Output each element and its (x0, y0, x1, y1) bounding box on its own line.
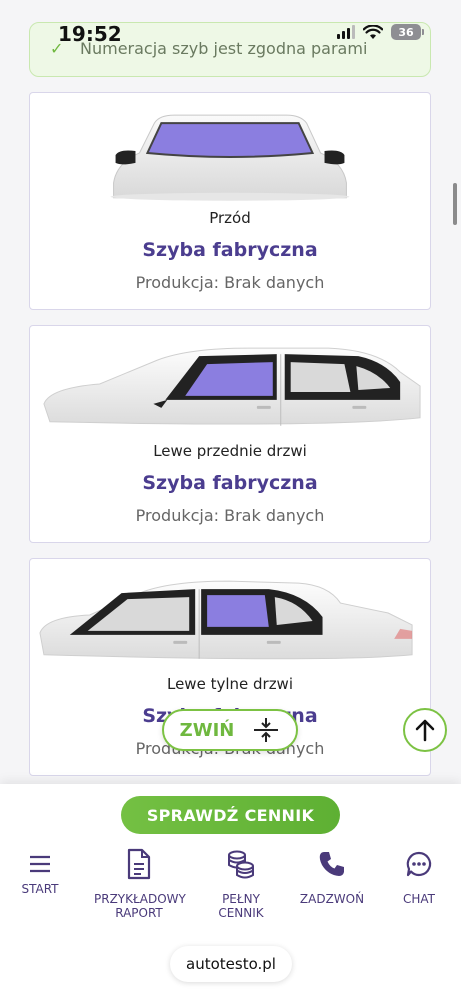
nav-chat[interactable]: CHAT (374, 848, 461, 906)
menu-icon (30, 855, 50, 873)
window-position: Lewe przednie drzwi (153, 442, 307, 460)
coins-icon (228, 850, 254, 879)
nav-label: ZADZWOŃ (299, 892, 365, 906)
window-type: Szyba fabryczna (142, 239, 318, 261)
nav-sample-report[interactable]: PRZYKŁADOWY RAPORT (94, 848, 186, 920)
status-bar: 19:52 36 (0, 0, 461, 48)
battery-icon: 36 (391, 24, 424, 40)
status-time: 19:52 (58, 22, 122, 46)
collapse-button[interactable]: ZWIŃ (162, 709, 298, 751)
window-position: Przód (209, 209, 251, 227)
car-front-image (110, 114, 350, 201)
window-production: Produkcja: Brak danych (135, 506, 325, 525)
nav-call[interactable]: ZADZWOŃ (287, 848, 377, 906)
nav-label: CHAT (402, 892, 435, 906)
browser-url-bar[interactable]: autotesto.pl (170, 946, 292, 982)
wifi-icon (363, 24, 383, 39)
window-production: Produkcja: Brak danych (135, 273, 325, 292)
document-icon (127, 848, 151, 880)
window-type: Szyba fabryczna (142, 472, 318, 494)
phone-icon (319, 852, 344, 876)
arrow-up-icon (415, 719, 435, 742)
window-position: Lewe tylne drzwi (166, 675, 293, 693)
scrollbar-thumb[interactable] (453, 183, 457, 225)
nav-label: START (21, 882, 59, 896)
car-side-rear-door-image (39, 580, 413, 660)
nav-start[interactable]: START (0, 848, 85, 896)
chat-icon (406, 851, 432, 877)
bottom-bar: SPRAWDŹ CENNIK START PRZYKŁADOWY RAPORT (0, 784, 461, 999)
nav-full-pricing[interactable]: PEŁNY CENNIK (196, 848, 286, 920)
window-card-left-front-door: Lewe przednie drzwi Szyba fabryczna Prod… (29, 325, 431, 543)
collapse-label: ZWIŃ (179, 719, 235, 741)
status-icons: 36 (337, 24, 424, 40)
collapse-arrows-icon (254, 718, 279, 742)
check-prices-button[interactable]: SPRAWDŹ CENNIK (121, 796, 340, 834)
cellular-signal-icon (337, 25, 355, 39)
car-side-front-door-image (43, 347, 421, 426)
window-card-front: Przód Szyba fabryczna Produkcja: Brak da… (29, 92, 431, 310)
nav-label: PEŁNY CENNIK (218, 892, 264, 920)
nav-label: PRZYKŁADOWY RAPORT (94, 892, 186, 920)
scroll-to-top-button[interactable] (403, 708, 447, 752)
